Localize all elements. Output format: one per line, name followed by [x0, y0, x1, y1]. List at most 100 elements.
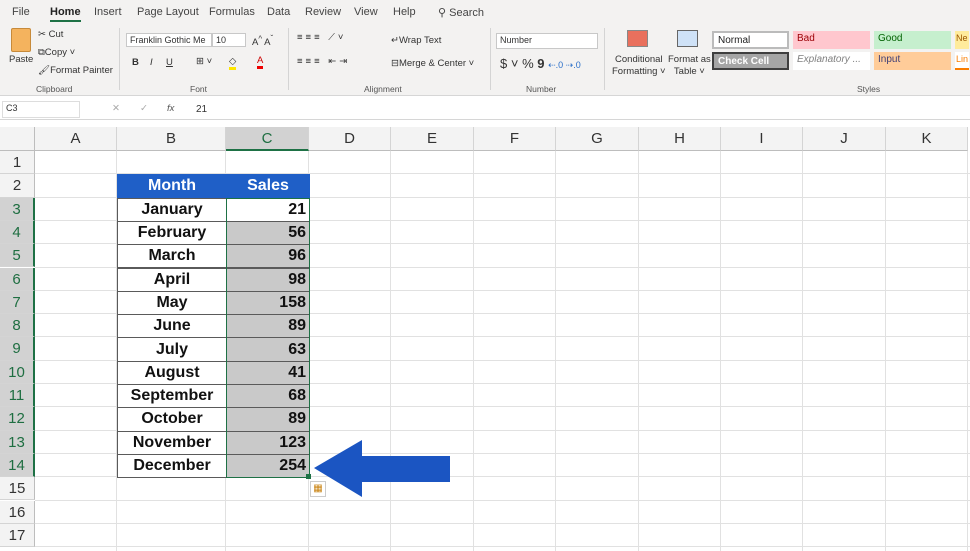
- row-header-16[interactable]: 16: [0, 500, 35, 524]
- tab-help[interactable]: Help: [393, 6, 416, 18]
- format-as-table-icon[interactable]: [677, 30, 698, 47]
- month-cell[interactable]: August: [117, 360, 227, 385]
- row-header-6[interactable]: 6: [0, 267, 35, 291]
- sales-cell[interactable]: 98: [226, 267, 310, 292]
- column-header-d[interactable]: D: [309, 127, 391, 151]
- row-header-10[interactable]: 10: [0, 360, 35, 384]
- month-cell[interactable]: February: [117, 220, 227, 246]
- underline-button[interactable]: U: [166, 57, 173, 68]
- paste-button[interactable]: Paste: [9, 54, 33, 65]
- row-header-1[interactable]: 1: [0, 151, 35, 175]
- copy-button[interactable]: ⧉Copy ˅: [38, 47, 75, 58]
- sales-cell[interactable]: 96: [226, 244, 310, 269]
- sales-cell[interactable]: 21: [226, 197, 310, 222]
- column-header-f[interactable]: F: [474, 127, 556, 151]
- cell-style-ne[interactable]: Ne: [955, 31, 969, 49]
- sales-cell[interactable]: 123: [226, 430, 310, 455]
- month-cell[interactable]: December: [117, 453, 227, 479]
- row-header-11[interactable]: 11: [0, 384, 35, 408]
- cell-style-check-cell[interactable]: Check Cell: [712, 52, 789, 70]
- month-cell[interactable]: July: [117, 337, 227, 362]
- column-header-h[interactable]: H: [639, 127, 721, 151]
- row-header-8[interactable]: 8: [0, 314, 35, 338]
- number-format-select[interactable]: Number: [496, 33, 598, 49]
- row-header-15[interactable]: 15: [0, 477, 35, 501]
- column-header-g[interactable]: G: [556, 127, 639, 151]
- formula-input[interactable]: 21: [196, 104, 207, 115]
- month-cell[interactable]: March: [117, 244, 227, 269]
- column-header-a[interactable]: A: [35, 127, 117, 151]
- cell-style-input[interactable]: Input: [874, 52, 951, 70]
- conditional-formatting-icon[interactable]: [627, 30, 648, 47]
- tab-page-layout[interactable]: Page Layout: [137, 6, 199, 18]
- row-header-3[interactable]: 3: [0, 197, 35, 221]
- month-cell[interactable]: January: [117, 197, 227, 222]
- cell-style-good[interactable]: Good: [874, 31, 951, 49]
- bold-button[interactable]: B: [132, 57, 139, 68]
- column-header-j[interactable]: J: [803, 127, 886, 151]
- search-box[interactable]: ⚲ Search: [438, 6, 484, 19]
- cell-style-bad[interactable]: Bad: [793, 31, 870, 49]
- table-header-month[interactable]: Month: [117, 174, 227, 199]
- sales-cell[interactable]: 41: [226, 360, 310, 385]
- paste-icon[interactable]: [11, 28, 31, 52]
- fill-color-icon[interactable]: ◇: [229, 56, 237, 70]
- tab-file[interactable]: File: [12, 6, 30, 18]
- tab-home[interactable]: Home: [50, 6, 81, 22]
- row-header-7[interactable]: 7: [0, 290, 35, 315]
- column-header-k[interactable]: K: [886, 127, 968, 151]
- align-icons[interactable]: ≡≡≡ ⇤⇥: [297, 56, 350, 67]
- format-as-table-button[interactable]: Format as Table ˅: [668, 54, 711, 78]
- month-cell[interactable]: April: [117, 267, 227, 292]
- row-header-4[interactable]: 4: [0, 220, 35, 245]
- sales-cell[interactable]: 63: [226, 337, 310, 362]
- tab-review[interactable]: Review: [305, 6, 341, 18]
- italic-button[interactable]: I: [150, 57, 153, 68]
- column-header-b[interactable]: B: [117, 127, 226, 151]
- font-size-select[interactable]: 10: [212, 33, 246, 47]
- cell-style-explanatory-[interactable]: Explanatory ...: [793, 52, 870, 70]
- sales-cell[interactable]: 56: [226, 220, 310, 246]
- column-header-i[interactable]: I: [721, 127, 803, 151]
- sales-cell[interactable]: 254: [226, 453, 310, 479]
- row-header-13[interactable]: 13: [0, 430, 35, 454]
- insert-function-button[interactable]: fx: [167, 103, 174, 114]
- month-cell[interactable]: November: [117, 430, 227, 455]
- sales-cell[interactable]: 89: [226, 314, 310, 339]
- quick-analysis-button[interactable]: ▦: [310, 481, 326, 497]
- row-header-9[interactable]: 9: [0, 337, 35, 361]
- borders-icon[interactable]: ⊞ ˅: [196, 56, 212, 67]
- cell-style-lin[interactable]: Lin: [955, 52, 969, 70]
- table-header-sales[interactable]: Sales: [226, 174, 310, 199]
- font-name-select[interactable]: Franklin Gothic Me: [126, 33, 212, 47]
- tab-formulas[interactable]: Formulas: [209, 6, 255, 18]
- font-color-icon[interactable]: A: [257, 55, 264, 69]
- merge-center-button[interactable]: ⊟Merge & Center ˅: [391, 58, 474, 69]
- tab-data[interactable]: Data: [267, 6, 290, 18]
- currency-button[interactable]: $ ˅ % 9 ⇠.0 ⇢.0: [500, 56, 581, 71]
- wrap-text-button[interactable]: ↵Wrap Text: [391, 35, 441, 46]
- row-header-5[interactable]: 5: [0, 244, 35, 268]
- month-cell[interactable]: September: [117, 384, 227, 409]
- tab-insert[interactable]: Insert: [94, 6, 122, 18]
- row-header-12[interactable]: 12: [0, 407, 35, 431]
- row-header-14[interactable]: 14: [0, 453, 35, 478]
- sales-cell[interactable]: 158: [226, 290, 310, 316]
- month-cell[interactable]: June: [117, 314, 227, 339]
- month-cell[interactable]: October: [117, 407, 227, 432]
- row-header-17[interactable]: 17: [0, 523, 35, 548]
- column-header-c[interactable]: C: [226, 127, 309, 151]
- format-painter-button[interactable]: 🖌Format Painter: [38, 65, 113, 76]
- month-cell[interactable]: May: [117, 290, 227, 316]
- enter-icon[interactable]: ✓: [140, 103, 148, 114]
- tab-view[interactable]: View: [354, 6, 378, 18]
- sales-cell[interactable]: 89: [226, 407, 310, 432]
- cut-button[interactable]: ✂ Cut: [38, 29, 63, 40]
- name-box[interactable]: C3: [2, 101, 80, 118]
- select-all-corner[interactable]: [0, 127, 35, 151]
- font-grow-button[interactable]: A^ Aˇ: [252, 34, 273, 48]
- cell-style-normal[interactable]: Normal: [712, 31, 789, 49]
- row-header-2[interactable]: 2: [0, 174, 35, 198]
- column-header-e[interactable]: E: [391, 127, 474, 151]
- conditional-formatting-button[interactable]: Conditional Formatting ˅: [612, 54, 666, 78]
